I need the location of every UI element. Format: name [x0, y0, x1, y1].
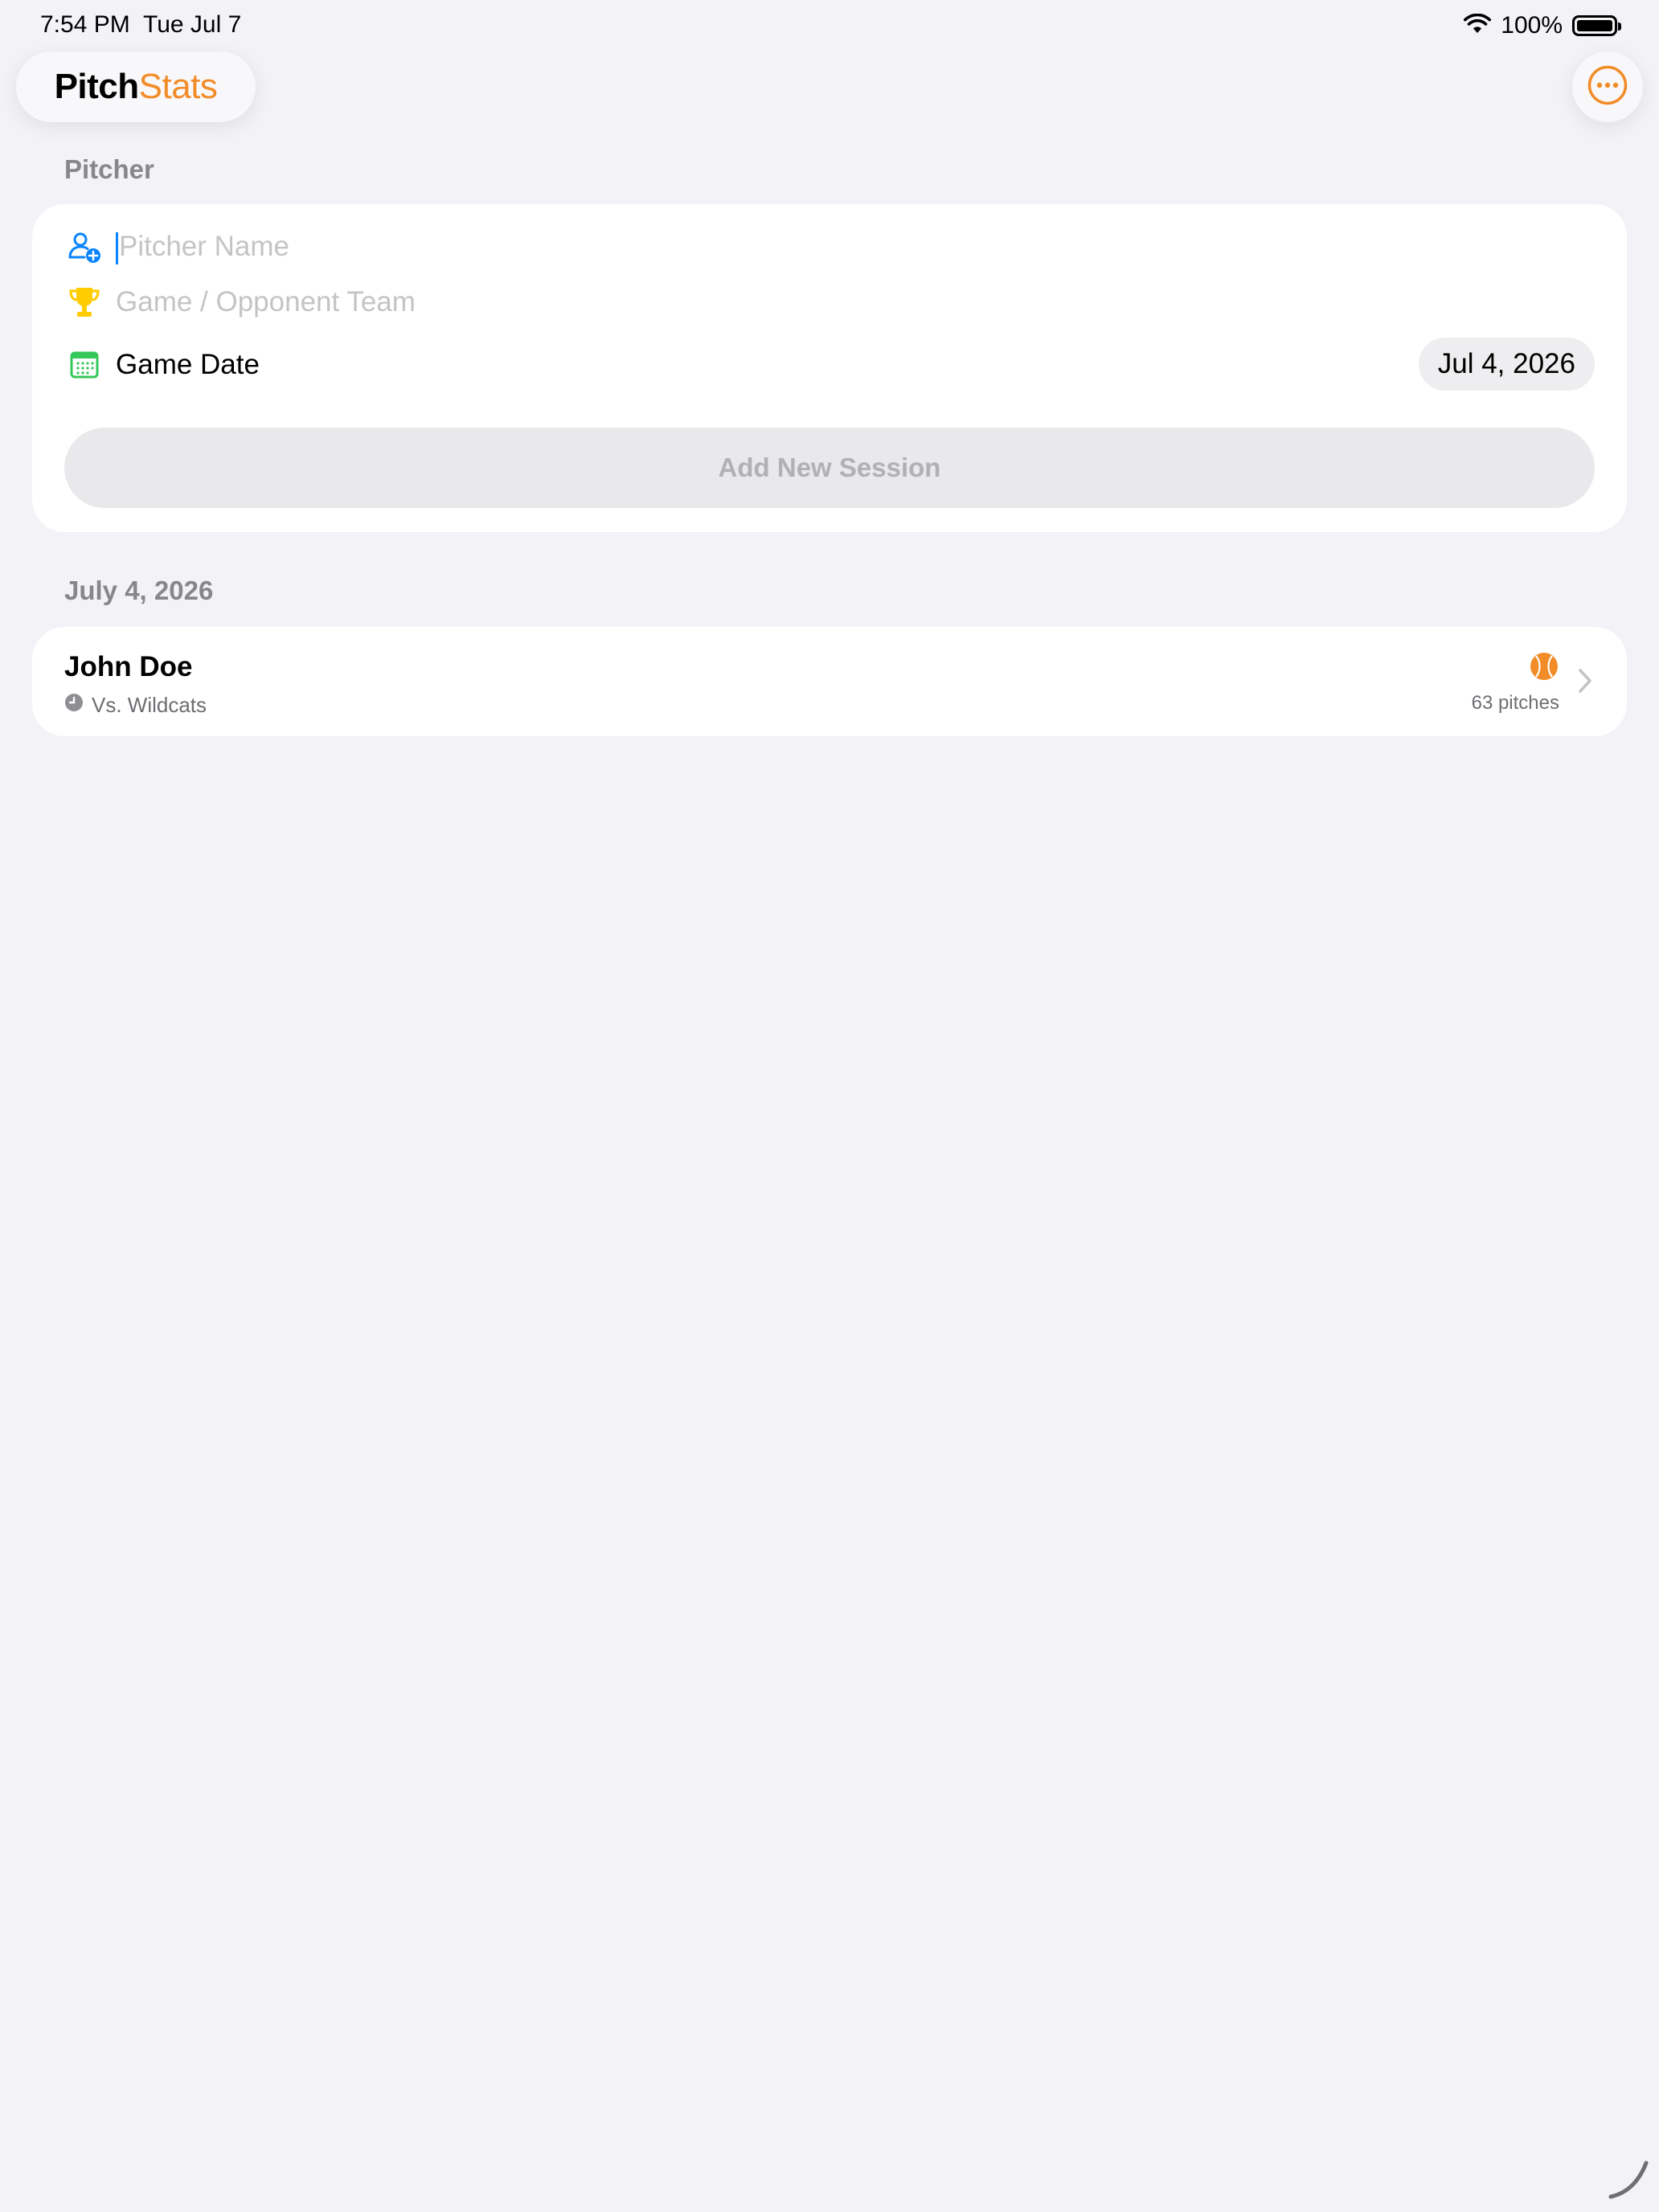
session-pitch-summary: 63 pitches — [1472, 651, 1559, 715]
session-pitch-count: 63 pitches — [1471, 692, 1559, 714]
battery-icon — [1572, 15, 1621, 36]
section-header-pitcher: Pitcher — [64, 154, 154, 184]
trophy-icon — [64, 282, 104, 322]
session-opponent-text: Vs. Wildcats — [92, 693, 207, 717]
corner-indicator-icon — [1606, 2157, 1651, 2206]
clock-icon — [64, 693, 84, 718]
game-date-label: Game Date — [116, 349, 260, 380]
calendar-icon — [64, 345, 104, 385]
add-new-session-button[interactable]: Add New Session — [64, 428, 1595, 508]
status-date: Tue Jul 7 — [143, 11, 242, 38]
opponent-team-row[interactable]: Game / Opponent Team — [64, 280, 1595, 325]
game-date-picker[interactable]: Jul 4, 2026 — [1418, 338, 1595, 391]
pitcher-name-placeholder: Pitcher Name — [119, 231, 290, 263]
text-caret — [116, 231, 118, 264]
session-row[interactable]: John Doe Vs. Wildcats 63 pitches — [32, 627, 1627, 736]
logo-light-text: Stats — [138, 67, 218, 106]
pitcher-name-row[interactable]: Pitcher Name — [64, 225, 1595, 270]
opponent-team-input[interactable]: Game / Opponent Team — [116, 286, 416, 318]
chevron-right-icon — [1577, 667, 1593, 698]
baseball-icon — [1529, 651, 1559, 686]
more-button[interactable] — [1572, 51, 1643, 122]
wifi-icon — [1464, 13, 1492, 39]
battery-percent: 100% — [1501, 12, 1563, 39]
person-add-icon — [64, 227, 104, 268]
status-time: 7:54 PM — [40, 11, 130, 38]
pitcher-form-card: Pitcher Name Game / Opponent Team Game D… — [32, 204, 1627, 532]
session-opponent: Vs. Wildcats — [64, 693, 207, 718]
app-logo[interactable]: Pitch Stats — [16, 51, 256, 122]
logo-bold-text: Pitch — [54, 67, 140, 106]
ellipsis-circle-icon — [1587, 64, 1628, 110]
session-pitcher-name: John Doe — [64, 651, 193, 682]
pitcher-name-input[interactable]: Pitcher Name — [116, 231, 289, 264]
section-header-session-date: July 4, 2026 — [64, 576, 214, 605]
game-date-row: Game Date — [64, 342, 1595, 387]
status-bar: 7:54 PM Tue Jul 7 100% — [0, 0, 1659, 51]
status-indicators: 100% — [1464, 10, 1621, 42]
